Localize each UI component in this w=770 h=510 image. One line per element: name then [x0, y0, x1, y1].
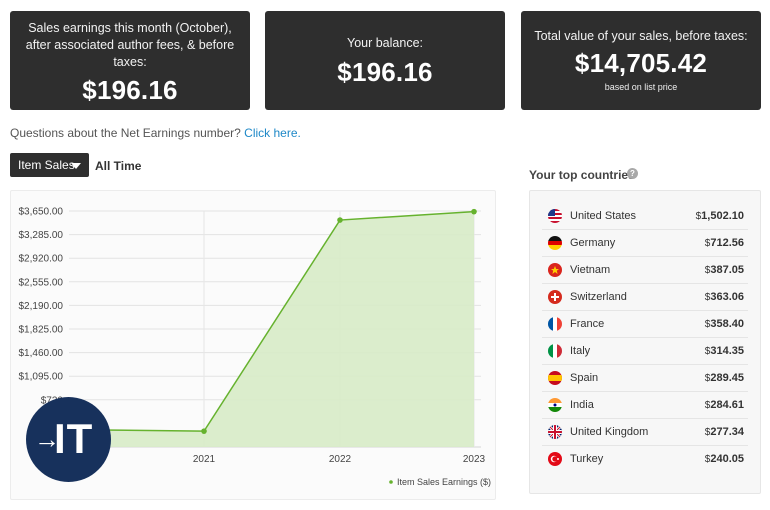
total-sales-note: based on list price: [604, 82, 678, 92]
earnings-value: $196.16: [82, 75, 178, 105]
country-row: United Kingdom $277.34: [542, 419, 748, 446]
country-row: Vietnam $387.05: [542, 257, 748, 284]
total-sales-value: $14,705.42: [574, 48, 708, 78]
country-name: Italy: [570, 345, 591, 357]
amount-value: 240.05: [710, 453, 744, 465]
x-tick-label: 2023: [463, 454, 486, 465]
country-amount: $284.61: [705, 399, 744, 411]
country-name: United States: [570, 210, 637, 222]
flag-us-icon: [548, 209, 562, 223]
logo-letters: IT: [54, 415, 94, 462]
dropdown-label: Item Sales: [18, 158, 75, 172]
country-name: United Kingdom: [570, 426, 649, 438]
help-icon[interactable]: ?: [627, 168, 638, 179]
country-row: United States $1,502.10: [542, 203, 748, 230]
caret-down-icon: [71, 163, 81, 169]
data-point: [201, 428, 207, 434]
country-name: Switzerland: [570, 291, 627, 303]
flag-ch-icon: [548, 290, 562, 304]
country-amount: $363.06: [705, 291, 744, 303]
country-name: India: [570, 399, 594, 411]
x-tick-label: 2022: [329, 454, 352, 465]
total-sales-card: Total value of your sales, before taxes:…: [521, 11, 761, 110]
amount-value: 314.35: [710, 345, 744, 357]
country-amount: $387.05: [705, 264, 744, 276]
amount-value: 712.56: [710, 237, 744, 249]
y-tick-label: $2,555.00: [19, 277, 64, 288]
click-here-link[interactable]: Click here.: [244, 126, 301, 140]
legend-marker: [389, 480, 393, 484]
y-tick-label: $1,095.00: [19, 372, 64, 383]
country-row: Switzerland $363.06: [542, 284, 748, 311]
country-row: Turkey $240.05: [542, 446, 748, 473]
top-countries-title: Your top countries: [529, 168, 635, 182]
y-tick-label: $1,460.00: [19, 348, 64, 359]
amount-value: 289.45: [710, 372, 744, 384]
y-tick-label: $2,190.00: [19, 301, 64, 312]
country-row: India $284.61: [542, 392, 748, 419]
data-point: [337, 217, 343, 223]
amount-value: 284.61: [710, 399, 744, 411]
amount-value: 363.06: [710, 291, 744, 303]
amount-value: 387.05: [710, 264, 744, 276]
item-sales-dropdown[interactable]: Item Sales: [10, 153, 89, 177]
flag-de-icon: [548, 236, 562, 250]
flag-vn-icon: [548, 263, 562, 277]
country-amount: $358.40: [705, 318, 744, 330]
country-name: Germany: [570, 237, 616, 249]
country-row: Italy $314.35: [542, 338, 748, 365]
flag-fr-icon: [548, 317, 562, 331]
question-text: Questions about the Net Earnings number?: [10, 126, 241, 140]
country-row: France $358.40: [542, 311, 748, 338]
flag-gb-icon: [548, 425, 562, 439]
country-name: France: [570, 318, 605, 330]
net-earnings-question: Questions about the Net Earnings number?…: [10, 126, 301, 140]
country-name: Spain: [570, 372, 599, 384]
data-point: [471, 208, 477, 215]
balance-card: Your balance: $196.16: [265, 11, 505, 110]
country-name: Turkey: [570, 453, 604, 465]
country-amount: $289.45: [705, 372, 744, 384]
country-row: Spain $289.45: [542, 365, 748, 392]
balance-value: $196.16: [337, 57, 433, 87]
y-tick-label: $3,650.00: [19, 207, 64, 218]
flag-it-icon: [548, 344, 562, 358]
country-amount: $240.05: [705, 453, 744, 465]
country-amount: $712.56: [705, 237, 744, 249]
amount-value: 1,502.10: [701, 210, 744, 222]
country-amount: $314.35: [705, 345, 744, 357]
y-tick-label: $3,285.00: [19, 230, 64, 241]
total-sales-label: Total value of your sales, before taxes:: [534, 29, 748, 43]
top-countries-list: United States $1,502.10 Germany $712.56 Viet…: [529, 190, 761, 494]
it-logo: → IT: [26, 397, 111, 482]
y-tick-label: $1,825.00: [19, 325, 64, 336]
country-name: Vietnam: [570, 264, 611, 276]
balance-label: Your balance:: [347, 36, 423, 50]
amount-value: 277.34: [710, 426, 744, 438]
country-amount: $1,502.10: [696, 210, 744, 222]
flag-es-icon: [548, 371, 562, 385]
country-row: Germany $712.56: [542, 230, 748, 257]
amount-value: 358.40: [710, 318, 744, 330]
legend-label: Item Sales Earnings ($): [397, 477, 491, 487]
earnings-label: Sales earnings this month (October), aft…: [25, 21, 235, 69]
x-tick-label: 2021: [193, 454, 216, 465]
flag-tr-icon: [548, 452, 562, 466]
y-tick-label: $2,920.00: [19, 254, 64, 265]
country-amount: $277.34: [705, 426, 744, 438]
earnings-card: Sales earnings this month (October), aft…: [10, 11, 250, 110]
flag-in-icon: [548, 398, 562, 412]
time-range-label: All Time: [95, 159, 142, 173]
